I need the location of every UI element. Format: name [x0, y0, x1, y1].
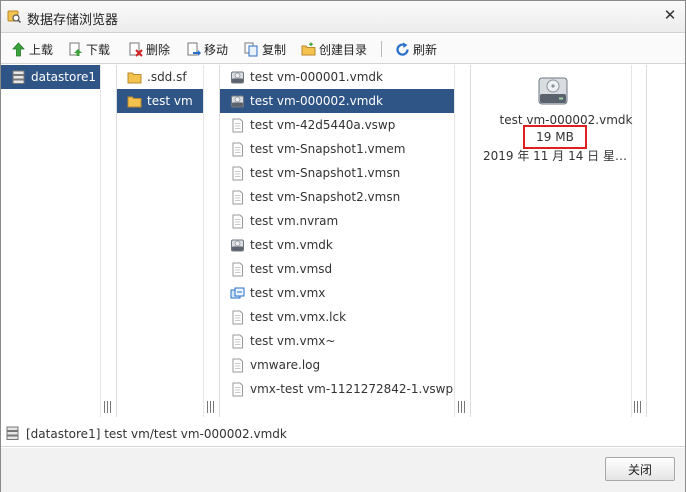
datastore-column: datastore1 — [1, 65, 117, 417]
refresh-icon — [396, 42, 409, 56]
file-detail-panel: test vm-000002.vmdk 19 MB 2019 年 11 月 14… — [471, 65, 647, 417]
file-item[interactable]: test vm-42d5440a.vswp — [220, 113, 454, 137]
file-label: test vm.vmx~ — [250, 334, 336, 348]
empty-column — [647, 65, 685, 417]
file-icon — [232, 334, 243, 348]
folder-item[interactable]: .sdd.sf — [117, 65, 203, 89]
column-divider — [203, 65, 204, 417]
create-directory-label: 创建目录 — [319, 42, 368, 57]
dialog-footer: 关闭 — [1, 448, 685, 492]
file-icon — [232, 262, 243, 276]
datastore-browser-icon — [7, 10, 21, 23]
file-item[interactable]: test vm.vmx — [220, 281, 454, 305]
create-directory-button[interactable]: 创建目录 — [301, 40, 367, 58]
datastore-item[interactable]: datastore1 — [1, 65, 101, 89]
file-item[interactable]: vmware.log — [220, 353, 454, 377]
file-label: test vm.vmx.lck — [250, 310, 347, 324]
refresh-button[interactable]: 刷新 — [395, 40, 437, 58]
file-item[interactable]: test vm.nvram — [220, 209, 454, 233]
title-bar: 数据存储浏览器 ✕ — [1, 1, 685, 33]
current-path: [datastore1] test vm/test vm-000002.vmdk — [26, 426, 287, 441]
upload-arrow-icon — [12, 41, 25, 56]
new-folder-icon — [301, 42, 316, 55]
datastore-icon — [12, 70, 25, 84]
detail-file-date: 2019 年 11 月 14 日 星… — [483, 149, 627, 163]
copy-label: 复制 — [262, 42, 287, 57]
datastore-label: datastore1 — [31, 70, 97, 84]
column-resize-handle[interactable] — [457, 401, 467, 413]
column-divider — [454, 65, 455, 417]
download-icon — [69, 42, 82, 56]
copy-icon — [244, 42, 258, 56]
file-label: test vm.vmx — [250, 286, 326, 300]
file-icon — [232, 118, 243, 132]
upload-label: 上载 — [29, 42, 54, 57]
folder-icon — [127, 96, 142, 107]
file-label: test vm-Snapshot1.vmem — [250, 142, 406, 156]
file-icon — [232, 214, 243, 228]
window-title: 数据存储浏览器 — [27, 13, 119, 28]
delete-label: 删除 — [146, 42, 171, 57]
move-icon — [187, 42, 201, 56]
folder-label: test vm — [147, 94, 193, 108]
refresh-label: 刷新 — [413, 42, 438, 57]
file-label: test vm.vmsd — [250, 262, 333, 276]
file-label: vmx-test vm-1121272842-1.vswp — [250, 382, 454, 396]
delete-button[interactable]: 删除 — [128, 40, 170, 58]
file-label: test vm.nvram — [250, 214, 339, 228]
download-label: 下载 — [86, 42, 111, 57]
file-item[interactable]: test vm.vmdk — [220, 233, 454, 257]
file-item[interactable]: test vm.vmsd — [220, 257, 454, 281]
file-label: test vm-Snapshot2.vmsn — [250, 190, 401, 204]
file-item[interactable]: test vm.vmx.lck — [220, 305, 454, 329]
file-item[interactable]: vmx-test vm-1121272842-1.vswp — [220, 377, 454, 401]
file-item[interactable]: test vm-000001.vmdk — [220, 65, 454, 89]
close-button[interactable]: 关闭 — [605, 457, 675, 481]
folder-column: .sdd.sf test vm — [117, 65, 220, 417]
toolbar-separator — [381, 41, 382, 57]
file-item[interactable]: test vm-Snapshot1.vmsn — [220, 161, 454, 185]
close-icon[interactable]: ✕ — [663, 8, 677, 23]
copy-button[interactable]: 复制 — [244, 40, 286, 58]
file-item[interactable]: test vm-000002.vmdk — [220, 89, 454, 113]
file-label: test vm-Snapshot1.vmsn — [250, 166, 401, 180]
file-icon — [232, 190, 243, 204]
file-icon — [232, 358, 243, 372]
move-label: 移动 — [204, 42, 229, 57]
detail-file-size: 19 MB — [523, 125, 587, 149]
file-label: vmware.log — [250, 358, 321, 372]
download-button[interactable]: 下载 — [68, 40, 110, 58]
column-resize-handle[interactable] — [206, 401, 216, 413]
status-bar: [datastore1] test vm/test vm-000002.vmdk — [1, 421, 685, 447]
column-divider — [100, 65, 101, 417]
disk-icon — [231, 239, 244, 251]
disk-icon — [231, 71, 244, 83]
file-label: test vm-42d5440a.vswp — [250, 118, 396, 132]
browser-panes: datastore1 .sdd.sf test vm test vm-00000… — [1, 65, 685, 417]
file-column: test vm-000001.vmdk test vm-000002.vmdk te… — [220, 65, 471, 417]
file-item[interactable]: test vm-Snapshot1.vmem — [220, 137, 454, 161]
disk-icon — [538, 77, 568, 105]
file-label: test vm-000002.vmdk — [250, 94, 383, 108]
file-icon — [232, 166, 243, 180]
toolbar: 上载 下载 删除 移动 复制 创建目录 刷新 — [1, 34, 685, 64]
file-icon — [232, 142, 243, 156]
upload-button[interactable]: 上载 — [11, 40, 53, 58]
folder-item[interactable]: test vm — [117, 89, 203, 113]
datastore-browser-window: 数据存储浏览器 ✕ 上载 下载 删除 移动 复制 创建目录 刷新 datasto… — [0, 0, 686, 492]
file-item[interactable]: test vm-Snapshot2.vmsn — [220, 185, 454, 209]
vm-icon — [230, 287, 245, 298]
column-resize-handle[interactable] — [103, 401, 113, 413]
disk-icon — [231, 95, 244, 107]
folder-icon — [127, 72, 142, 83]
file-icon — [232, 382, 243, 396]
folder-label: .sdd.sf — [147, 70, 187, 84]
move-button[interactable]: 移动 — [186, 40, 228, 58]
delete-icon — [129, 42, 143, 57]
file-label: test vm-000001.vmdk — [250, 70, 383, 84]
file-label: test vm.vmdk — [250, 238, 333, 252]
datastore-icon — [6, 426, 19, 440]
file-icon — [232, 310, 243, 324]
file-item[interactable]: test vm.vmx~ — [220, 329, 454, 353]
